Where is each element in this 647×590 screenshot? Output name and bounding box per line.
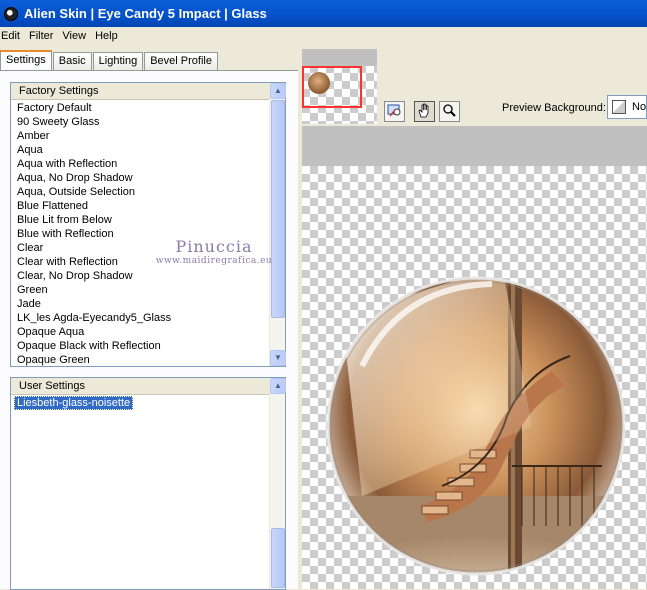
user-settings-items: Liesbeth-glass-noisette [11, 396, 269, 589]
tab-bevel-profile[interactable]: Bevel Profile [144, 52, 218, 70]
glass-ball-preview [326, 276, 626, 576]
background-swatch-icon [612, 100, 626, 114]
tab-strip: Settings Basic Lighting Bevel Profile [0, 50, 219, 70]
preview-background-select[interactable]: No [607, 95, 647, 119]
preview-canvas[interactable] [302, 166, 647, 589]
list-item[interactable]: Factory Default [11, 101, 269, 115]
navigator-hand-icon[interactable] [384, 101, 405, 122]
settings-panel: Factory Settings Factory Default 90 Swee… [0, 70, 298, 590]
window-title: Alien Skin | Eye Candy 5 Impact | Glass [24, 6, 267, 21]
selected-preset-label: Liesbeth-glass-noisette [14, 396, 134, 410]
user-settings-scrollbar[interactable]: ▲ [269, 378, 286, 589]
preview-background-label: Preview Background: [502, 102, 606, 114]
title-bar: Alien Skin | Eye Candy 5 Impact | Glass [0, 0, 647, 27]
watermark-title: Pinuccia [175, 237, 253, 256]
list-item[interactable]: Aqua [11, 143, 269, 157]
hand-icon[interactable] [414, 101, 435, 122]
list-item[interactable]: Opaque Green [11, 353, 269, 366]
navigator-thumbnail [308, 72, 330, 94]
menu-help[interactable]: Help [93, 30, 125, 42]
list-item[interactable]: Clear, No Drop Shadow [11, 269, 269, 283]
scroll-thumb[interactable] [271, 100, 285, 318]
navigator[interactable] [302, 49, 377, 124]
factory-settings-list[interactable]: Factory Settings Factory Default 90 Swee… [10, 82, 286, 367]
menu-filter[interactable]: Filter [27, 30, 60, 42]
tab-lighting[interactable]: Lighting [92, 52, 144, 70]
factory-settings-header: Factory Settings [11, 83, 269, 100]
list-item[interactable]: LK_les Agda-Eyecandy5_Glass [11, 311, 269, 325]
tab-settings[interactable]: Settings [0, 50, 52, 70]
list-item[interactable]: Aqua, Outside Selection [11, 185, 269, 199]
list-item[interactable]: Amber [11, 129, 269, 143]
menu-edit[interactable]: Edit [0, 30, 27, 42]
list-item-selected[interactable]: Liesbeth-glass-noisette [11, 396, 269, 410]
user-settings-header: User Settings [11, 378, 269, 395]
zoom-icon[interactable] [439, 101, 460, 122]
menu-bar: Edit Filter View Help [0, 27, 647, 45]
scroll-up-icon[interactable]: ▲ [270, 83, 286, 99]
list-item[interactable]: Opaque Black with Reflection [11, 339, 269, 353]
scroll-up-icon[interactable]: ▲ [270, 378, 286, 394]
tab-basic[interactable]: Basic [52, 52, 92, 70]
scroll-down-icon[interactable]: ▼ [270, 350, 286, 366]
app-icon[interactable] [4, 6, 18, 21]
list-item[interactable]: Aqua with Reflection [11, 157, 269, 171]
navigator-strip [302, 49, 377, 66]
list-item[interactable]: Blue Flattened [11, 199, 269, 213]
preview-background-value: No [632, 101, 647, 113]
list-item[interactable]: 90 Sweety Glass [11, 115, 269, 129]
preview-gray-bar [302, 126, 647, 166]
factory-settings-items: Factory Default 90 Sweety Glass Amber Aq… [11, 101, 269, 366]
menu-view[interactable]: View [60, 30, 93, 42]
factory-settings-scrollbar[interactable]: ▲ ▼ [269, 83, 286, 366]
list-item[interactable]: Blue Lit from Below [11, 213, 269, 227]
list-item[interactable]: Jade [11, 297, 269, 311]
watermark: Pinuccia www.maidiregrafica.eu [150, 237, 278, 266]
list-item[interactable]: Green [11, 283, 269, 297]
user-settings-list[interactable]: User Settings Liesbeth-glass-noisette ▲ [10, 377, 286, 590]
list-item[interactable]: Opaque Aqua [11, 325, 269, 339]
scroll-thumb[interactable] [271, 528, 285, 588]
list-item[interactable]: Aqua, No Drop Shadow [11, 171, 269, 185]
watermark-url: www.maidiregrafica.eu [155, 256, 273, 266]
